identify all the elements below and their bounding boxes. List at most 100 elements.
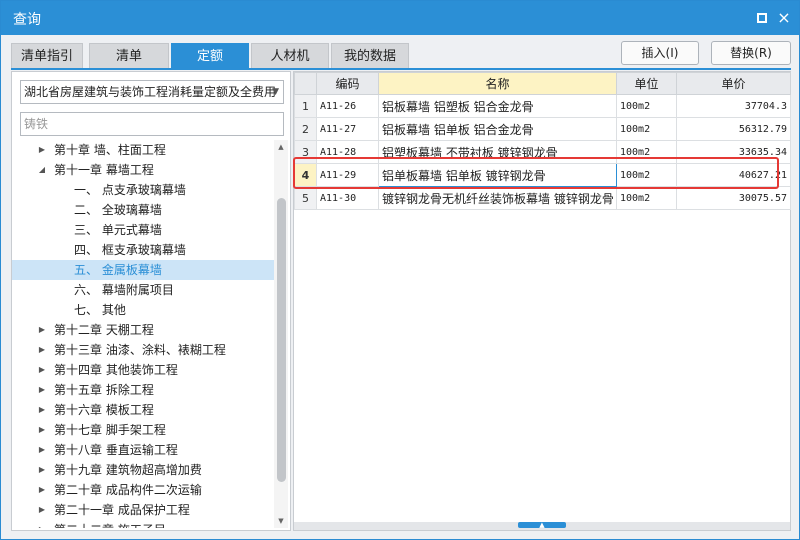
tree-item-ch19[interactable]: ▶ 第十九章 建筑物超高增加费 (12, 460, 274, 480)
tree-item-label: 第十四章 其他装饰工程 (54, 363, 178, 377)
tree-item-label: 第十六章 模板工程 (54, 403, 154, 417)
tree-item-ch18[interactable]: ▶ 第十八章 垂直运输工程 (12, 440, 274, 460)
cell-price[interactable]: 30075.57 (676, 186, 791, 210)
row-number: 5 (294, 186, 317, 210)
maximize-icon (757, 13, 767, 23)
tree-item-ch20[interactable]: ▶ 第二十章 成品构件二次运输 (12, 480, 274, 500)
scroll-up-icon[interactable]: ▲ (274, 140, 288, 154)
tree-item-ch21[interactable]: ▶ 第二十一章 成品保护工程 (12, 500, 274, 520)
tree-item-label: 第二十一章 成品保护工程 (54, 503, 190, 517)
right-panel: 编码 名称 单位 单价 1 A11-26 铝板幕墙 铝塑板 铝合金龙骨 100m… (293, 71, 791, 531)
tree-item-label: 第十八章 垂直运输工程 (54, 443, 178, 457)
collapse-icon[interactable]: ◢ (36, 160, 48, 180)
scroll-down-icon[interactable]: ▼ (274, 514, 288, 528)
tree-item-label: 第十三章 油漆、涂料、裱糊工程 (54, 343, 226, 357)
library-select-value: 湖北省房屋建筑与装饰工程消耗量定额及全费用 (24, 85, 277, 99)
maximize-button[interactable] (753, 9, 771, 27)
tab-bill-guide[interactable]: 清单指引 (11, 43, 83, 69)
header-rownum (294, 72, 317, 95)
header-unit[interactable]: 单位 (616, 72, 677, 95)
tree-item-sec3[interactable]: 三、 单元式幕墙 (12, 220, 274, 240)
tree-item-label: 三、 单元式幕墙 (74, 223, 162, 237)
tree-item-label: 六、 幕墙附属项目 (74, 283, 174, 297)
tree-item-label: 第二十章 成品构件二次运输 (54, 483, 202, 497)
highlight-box (293, 157, 779, 189)
quota-table: 编码 名称 单位 单价 1 A11-26 铝板幕墙 铝塑板 铝合金龙骨 100m… (294, 72, 791, 210)
expand-icon[interactable]: ▶ (36, 340, 48, 360)
tree-item-sec4[interactable]: 四、 框支承玻璃幕墙 (12, 240, 274, 260)
tree-item-ch16[interactable]: ▶ 第十六章 模板工程 (12, 400, 274, 420)
cell-name[interactable]: 铝板幕墙 铝塑板 铝合金龙骨 (378, 94, 617, 118)
tree-item-sec5-selected[interactable]: 五、 金属板幕墙 (12, 260, 274, 280)
tree-item-label: 第十二章 天棚工程 (54, 323, 154, 337)
title-bar[interactable]: 查询 × (1, 1, 799, 35)
expand-icon[interactable]: ▶ (36, 460, 48, 480)
insert-button[interactable]: 插入(I) (621, 41, 699, 65)
tree-item-sec2[interactable]: 二、 全玻璃幕墙 (12, 200, 274, 220)
tree-item-label: 一、 点支承玻璃幕墙 (74, 183, 186, 197)
tab-quota[interactable]: 定额 (171, 43, 249, 69)
cell-code[interactable]: A11-27 (316, 117, 379, 141)
scroll-grip-icon[interactable]: ▲ (518, 522, 566, 529)
expand-icon[interactable]: ▶ (36, 500, 48, 520)
cell-unit[interactable]: 100m2 (616, 117, 677, 141)
tree-item-ch17[interactable]: ▶ 第十七章 脚手架工程 (12, 420, 274, 440)
tab-labor-material-machine[interactable]: 人材机 (251, 43, 329, 69)
tree-item-sec1[interactable]: 一、 点支承玻璃幕墙 (12, 180, 274, 200)
left-panel: 湖北省房屋建筑与装饰工程消耗量定额及全费用 ▼ 铸铁 ▶ 第十章 墙、柱面工程 ◢… (11, 71, 291, 531)
tree-item-ch22[interactable]: ▶ 第二十二章 施工子目 (12, 520, 274, 528)
expand-icon[interactable]: ▶ (36, 360, 48, 380)
tree-item-label: 五、 金属板幕墙 (74, 263, 162, 277)
expand-icon[interactable]: ▶ (36, 520, 48, 528)
tree-item-ch13[interactable]: ▶ 第十三章 油漆、涂料、裱糊工程 (12, 340, 274, 360)
cell-unit[interactable]: 100m2 (616, 186, 677, 210)
cell-code[interactable]: A11-26 (316, 94, 379, 118)
row-number: 2 (294, 117, 317, 141)
query-window: 查询 × 清单指引 清单 定额 人材机 我的数据 插入(I) 替换(R) 湖北省… (0, 0, 800, 540)
cell-name[interactable]: 镀锌钢龙骨无机纤丝装饰板幕墙 镀锌钢龙骨 (378, 186, 617, 210)
scroll-thumb[interactable] (277, 198, 286, 482)
window-title: 查询 (13, 12, 41, 28)
library-select[interactable]: 湖北省房屋建筑与装饰工程消耗量定额及全费用 ▼ (20, 80, 284, 104)
cell-price[interactable]: 56312.79 (676, 117, 791, 141)
tree-item-ch10[interactable]: ▶ 第十章 墙、柱面工程 (12, 140, 274, 160)
expand-icon[interactable]: ▶ (36, 400, 48, 420)
table-row[interactable]: 1 A11-26 铝板幕墙 铝塑板 铝合金龙骨 100m2 37704.3 (294, 94, 791, 118)
cell-name[interactable]: 铝板幕墙 铝单板 铝合金龙骨 (378, 117, 617, 141)
expand-icon[interactable]: ▶ (36, 440, 48, 460)
close-button[interactable]: × (775, 9, 793, 27)
expand-icon[interactable]: ▶ (36, 320, 48, 340)
tree-item-sec6[interactable]: 六、 幕墙附属项目 (12, 280, 274, 300)
tree-item-sec7[interactable]: 七、 其他 (12, 300, 274, 320)
dropdown-arrow-icon[interactable]: ▼ (272, 81, 279, 103)
search-input[interactable]: 铸铁 (20, 112, 284, 136)
table-header-row: 编码 名称 单位 单价 (294, 72, 791, 95)
cell-unit[interactable]: 100m2 (616, 94, 677, 118)
tree-item-label: 二、 全玻璃幕墙 (74, 203, 162, 217)
tab-bill[interactable]: 清单 (89, 43, 169, 69)
chapter-tree: ▶ 第十章 墙、柱面工程 ◢ 第十一章 幕墙工程 一、 点支承玻璃幕墙 二、 全玻璃… (12, 140, 274, 528)
header-name[interactable]: 名称 (378, 72, 617, 95)
table-row[interactable]: 5 A11-30 镀锌钢龙骨无机纤丝装饰板幕墙 镀锌钢龙骨 100m2 3007… (294, 186, 791, 210)
tree-item-label: 七、 其他 (74, 303, 126, 317)
tree-scrollbar[interactable]: ▲ ▼ (274, 140, 288, 528)
expand-icon[interactable]: ▶ (36, 140, 48, 160)
tree-item-ch15[interactable]: ▶ 第十五章 拆除工程 (12, 380, 274, 400)
cell-price[interactable]: 37704.3 (676, 94, 791, 118)
replace-button[interactable]: 替换(R) (711, 41, 791, 65)
tree-item-ch12[interactable]: ▶ 第十二章 天棚工程 (12, 320, 274, 340)
tab-my-data[interactable]: 我的数据 (331, 43, 409, 69)
tree-item-ch14[interactable]: ▶ 第十四章 其他装饰工程 (12, 360, 274, 380)
header-price[interactable]: 单价 (676, 72, 791, 95)
header-code[interactable]: 编码 (316, 72, 379, 95)
cell-code[interactable]: A11-30 (316, 186, 379, 210)
table-row[interactable]: 2 A11-27 铝板幕墙 铝单板 铝合金龙骨 100m2 56312.79 (294, 117, 791, 141)
expand-icon[interactable]: ▶ (36, 380, 48, 400)
tree-item-ch11[interactable]: ◢ 第十一章 幕墙工程 (12, 160, 274, 180)
expand-icon[interactable]: ▶ (36, 420, 48, 440)
tab-underline (11, 68, 791, 70)
tree-item-label: 第十五章 拆除工程 (54, 383, 154, 397)
expand-icon[interactable]: ▶ (36, 480, 48, 500)
table-scrollbar[interactable]: ▲ (294, 522, 790, 530)
tree-item-label: 第十章 墙、柱面工程 (54, 143, 166, 157)
